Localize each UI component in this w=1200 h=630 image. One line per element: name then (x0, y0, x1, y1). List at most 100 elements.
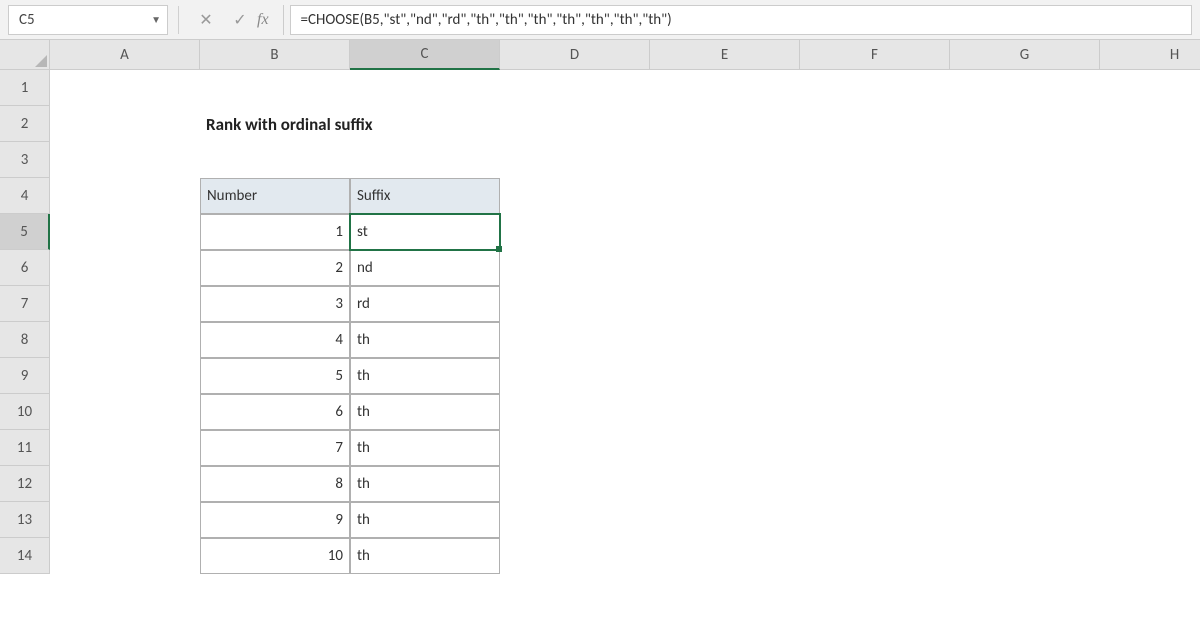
col-header-D[interactable]: D (500, 40, 650, 70)
cell-A2[interactable] (50, 106, 200, 142)
cell-B5[interactable]: 1 (200, 214, 350, 250)
cell-D12[interactable] (500, 466, 650, 502)
cell-A11[interactable] (50, 430, 200, 466)
cell-H12[interactable] (1100, 466, 1200, 502)
cell-H5[interactable] (1100, 214, 1200, 250)
row-header-5[interactable]: 5 (0, 214, 50, 250)
cell-E5[interactable] (650, 214, 800, 250)
cell-A4[interactable] (50, 178, 200, 214)
cell-G6[interactable] (950, 250, 1100, 286)
col-header-E[interactable]: E (650, 40, 800, 70)
cell-D6[interactable] (500, 250, 650, 286)
cell-C5[interactable]: st (350, 214, 500, 250)
cell-D14[interactable] (500, 538, 650, 574)
cell-A8[interactable] (50, 322, 200, 358)
cell-A6[interactable] (50, 250, 200, 286)
cell-A12[interactable] (50, 466, 200, 502)
cell-C3[interactable] (350, 142, 500, 178)
cell-D3[interactable] (500, 142, 650, 178)
cell-C10[interactable]: th (350, 394, 500, 430)
cell-C9[interactable]: th (350, 358, 500, 394)
cell-B2-title[interactable]: Rank with ordinal suffix (200, 106, 650, 142)
cell-H9[interactable] (1100, 358, 1200, 394)
col-header-G[interactable]: G (950, 40, 1100, 70)
cancel-icon[interactable]: ✕ (189, 5, 223, 35)
col-header-C[interactable]: C (350, 40, 500, 70)
cell-F7[interactable] (800, 286, 950, 322)
cell-B10[interactable]: 6 (200, 394, 350, 430)
cell-D10[interactable] (500, 394, 650, 430)
cell-A7[interactable] (50, 286, 200, 322)
cell-G11[interactable] (950, 430, 1100, 466)
cell-H6[interactable] (1100, 250, 1200, 286)
cell-A3[interactable] (50, 142, 200, 178)
col-header-B[interactable]: B (200, 40, 350, 70)
cell-H1[interactable] (1100, 70, 1200, 106)
cell-A13[interactable] (50, 502, 200, 538)
row-header-11[interactable]: 11 (0, 430, 50, 466)
cell-E8[interactable] (650, 322, 800, 358)
cell-A1[interactable] (50, 70, 200, 106)
cell-F13[interactable] (800, 502, 950, 538)
cell-G3[interactable] (950, 142, 1100, 178)
cell-E3[interactable] (650, 142, 800, 178)
cell-G14[interactable] (950, 538, 1100, 574)
cell-G2[interactable] (950, 106, 1100, 142)
row-header-12[interactable]: 12 (0, 466, 50, 502)
col-header-A[interactable]: A (50, 40, 200, 70)
cell-D9[interactable] (500, 358, 650, 394)
name-box[interactable]: C5 ▼ (8, 5, 168, 35)
cell-F11[interactable] (800, 430, 950, 466)
cell-F9[interactable] (800, 358, 950, 394)
cell-C6[interactable]: nd (350, 250, 500, 286)
cell-H7[interactable] (1100, 286, 1200, 322)
cell-D11[interactable] (500, 430, 650, 466)
cell-H3[interactable] (1100, 142, 1200, 178)
cell-F14[interactable] (800, 538, 950, 574)
col-header-F[interactable]: F (800, 40, 950, 70)
cell-E10[interactable] (650, 394, 800, 430)
cell-E1[interactable] (650, 70, 800, 106)
cell-E9[interactable] (650, 358, 800, 394)
row-header-3[interactable]: 3 (0, 142, 50, 178)
cell-C12[interactable]: th (350, 466, 500, 502)
cell-G13[interactable] (950, 502, 1100, 538)
cell-G8[interactable] (950, 322, 1100, 358)
cell-F1[interactable] (800, 70, 950, 106)
cell-A14[interactable] (50, 538, 200, 574)
cell-B9[interactable]: 5 (200, 358, 350, 394)
cell-E12[interactable] (650, 466, 800, 502)
cell-E4[interactable] (650, 178, 800, 214)
cell-G5[interactable] (950, 214, 1100, 250)
cell-F10[interactable] (800, 394, 950, 430)
cell-C13[interactable]: th (350, 502, 500, 538)
cell-B1[interactable] (200, 70, 350, 106)
fx-icon[interactable]: fx (257, 11, 269, 29)
cell-E6[interactable] (650, 250, 800, 286)
cell-H10[interactable] (1100, 394, 1200, 430)
row-header-10[interactable]: 10 (0, 394, 50, 430)
cell-B8[interactable]: 4 (200, 322, 350, 358)
cell-D4[interactable] (500, 178, 650, 214)
cell-C7[interactable]: rd (350, 286, 500, 322)
cell-D13[interactable] (500, 502, 650, 538)
cell-G12[interactable] (950, 466, 1100, 502)
cell-C4-header[interactable]: Suffix (350, 178, 500, 214)
cell-B11[interactable]: 7 (200, 430, 350, 466)
cell-B4-header[interactable]: Number (200, 178, 350, 214)
cell-F8[interactable] (800, 322, 950, 358)
cell-B7[interactable]: 3 (200, 286, 350, 322)
cell-A9[interactable] (50, 358, 200, 394)
cell-E7[interactable] (650, 286, 800, 322)
cell-F2[interactable] (800, 106, 950, 142)
row-header-1[interactable]: 1 (0, 70, 50, 106)
row-header-8[interactable]: 8 (0, 322, 50, 358)
cell-G10[interactable] (950, 394, 1100, 430)
cell-F12[interactable] (800, 466, 950, 502)
row-header-4[interactable]: 4 (0, 178, 50, 214)
cell-H13[interactable] (1100, 502, 1200, 538)
cell-H2[interactable] (1100, 106, 1200, 142)
cell-D5[interactable] (500, 214, 650, 250)
cell-A5[interactable] (50, 214, 200, 250)
cell-B13[interactable]: 9 (200, 502, 350, 538)
